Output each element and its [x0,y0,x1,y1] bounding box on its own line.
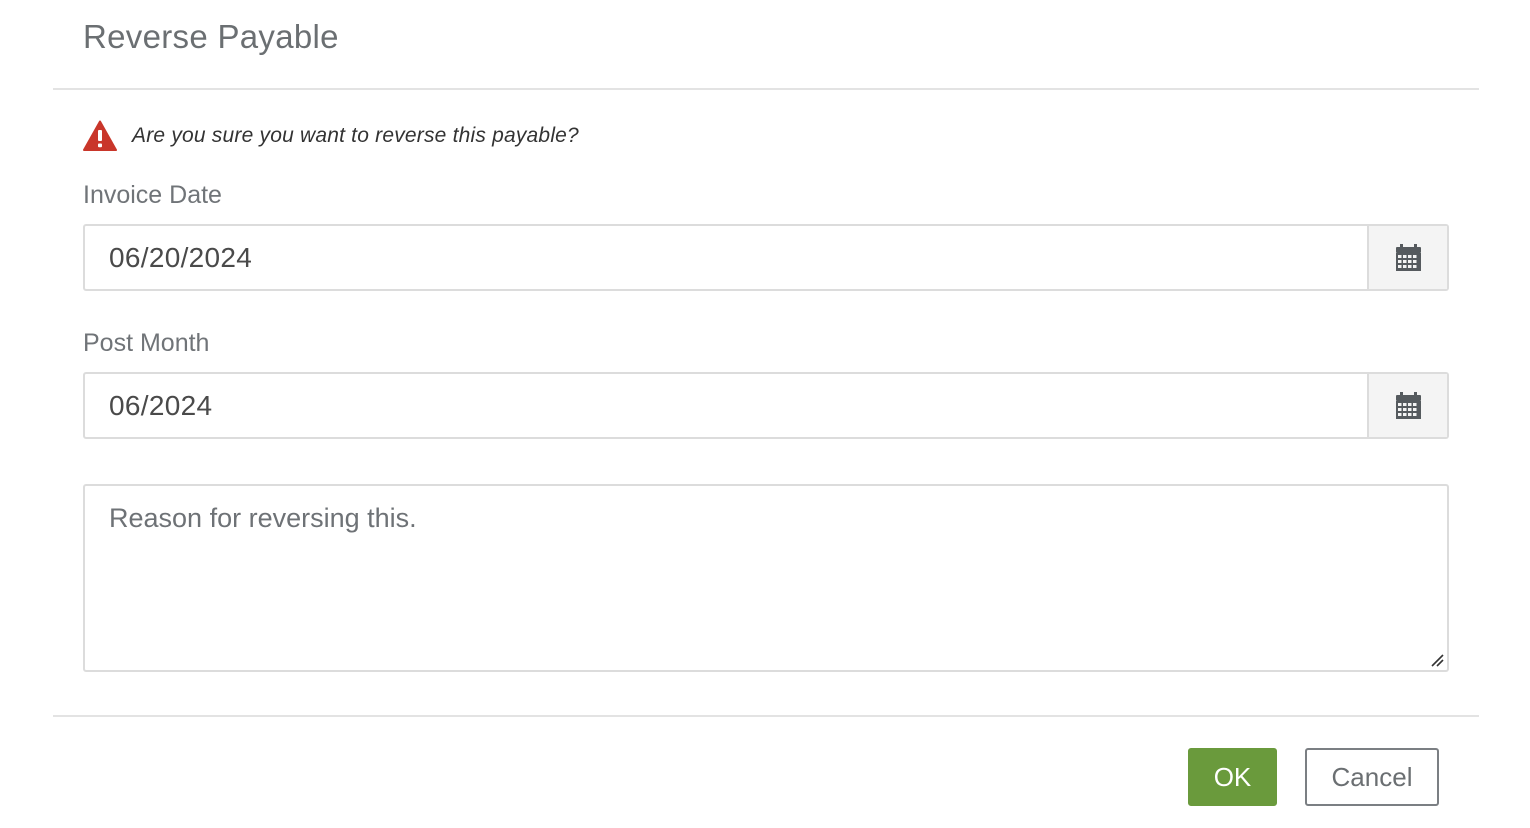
warning-triangle-icon [83,120,117,152]
invoice-date-label: Invoice Date [83,181,222,209]
reason-field-group [83,484,1449,672]
calendar-icon [1395,391,1422,420]
warning-message: Are you sure you want to reverse this pa… [83,118,579,154]
reason-textarea[interactable] [85,486,1447,670]
invoice-date-input[interactable] [85,226,1367,289]
ok-button[interactable]: OK [1188,748,1277,806]
warning-text: Are you sure you want to reverse this pa… [132,124,579,147]
post-month-calendar-button[interactable] [1367,374,1447,437]
cancel-button[interactable]: Cancel [1305,748,1439,806]
header-divider [53,88,1479,90]
resize-handle-icon[interactable] [1430,653,1444,667]
footer-divider [53,715,1479,717]
invoice-date-field-group [83,224,1449,291]
post-month-label: Post Month [83,329,210,357]
reverse-payable-dialog: Reverse Payable Are you sure you want to… [0,0,1530,828]
dialog-title: Reverse Payable [83,18,339,55]
post-month-field-group [83,372,1449,439]
post-month-input[interactable] [85,374,1367,437]
calendar-icon [1395,243,1422,272]
invoice-date-calendar-button[interactable] [1367,226,1447,289]
